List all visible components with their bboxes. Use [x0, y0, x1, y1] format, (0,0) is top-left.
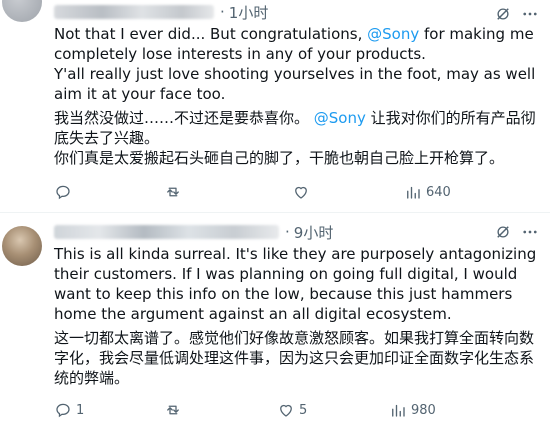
retweet-icon [167, 405, 179, 415]
avatar[interactable] [2, 0, 42, 22]
tweet-text-zh: 我当然没做过……不过还是要恭喜你。 @Sony 让我对你们的所有产品彻底失去了兴… [54, 109, 536, 167]
tweet-2[interactable]: · 9小时 This is all kinda surreal. It's li… [0, 214, 550, 427]
tweet-1[interactable]: · 1小时 Not that I ever did... But congrat… [0, 0, 550, 213]
timestamp[interactable]: 1小时 [229, 2, 269, 23]
blurred-username[interactable] [54, 225, 279, 239]
retweet-button[interactable] [164, 182, 182, 202]
tweet-text-en: This is all kinda surreal. It's like the… [54, 245, 537, 323]
retweet-icon [167, 187, 179, 197]
reply-icon [56, 185, 70, 200]
tweet-header: · 1小时 [54, 2, 268, 22]
tweet-header: · 9小时 [54, 222, 333, 242]
more-icon[interactable] [520, 4, 540, 24]
mention-link[interactable]: @Sony [367, 25, 419, 43]
more-icon[interactable] [520, 222, 540, 242]
separator-dot: · [220, 3, 225, 21]
like-icon [295, 186, 307, 199]
reply-button[interactable] [54, 182, 76, 202]
tweet-text-en: Not that I ever did... But congratulatio… [54, 25, 536, 103]
action-bar: 640 [54, 182, 542, 202]
avatar[interactable] [2, 226, 42, 266]
views-button[interactable]: 640 [404, 182, 451, 202]
tweet-divider [0, 212, 550, 213]
action-bar: 1 5 980 [54, 400, 542, 420]
like-icon [280, 404, 292, 417]
reply-button[interactable]: 1 [54, 400, 84, 420]
views-button[interactable]: 980 [389, 400, 436, 420]
retweet-button[interactable] [164, 400, 182, 420]
reply-icon [56, 403, 70, 418]
tweet-text-zh: 这一切都太离谱了。感觉他们好像故意激怒顾客。如果我打算全面转向数字化，我会尽量低… [54, 329, 535, 387]
separator-dot: · [285, 223, 290, 241]
mention-link[interactable]: @Sony [314, 109, 366, 127]
views-icon [407, 186, 420, 199]
like-button[interactable] [292, 182, 314, 202]
like-button[interactable]: 5 [277, 400, 307, 420]
grok-icon[interactable] [493, 222, 513, 242]
views-icon [392, 404, 405, 417]
blurred-username[interactable] [54, 5, 214, 19]
timestamp[interactable]: 9小时 [294, 222, 334, 243]
grok-icon[interactable] [493, 4, 513, 24]
